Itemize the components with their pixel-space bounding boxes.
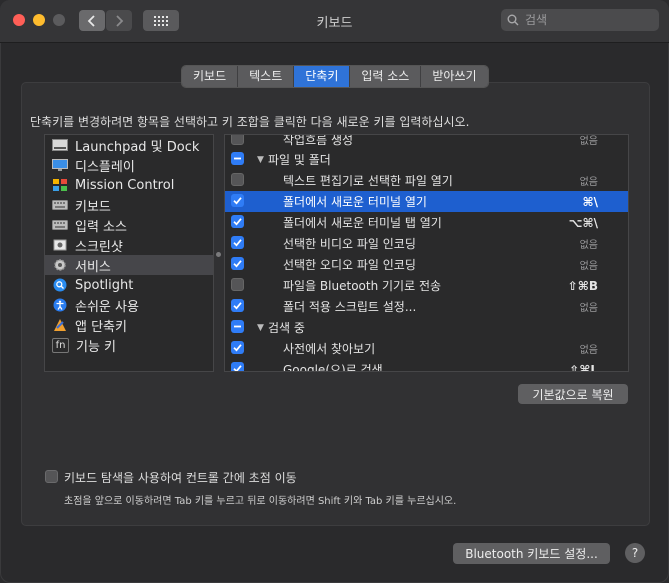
tab-dictation[interactable]: 받아쓰기 <box>421 66 488 87</box>
shortcut-row[interactable]: 사전에서 찾아보기 없음 <box>225 338 628 359</box>
spotlight-icon <box>52 278 68 292</box>
category-accessibility[interactable]: 손쉬운 사용 <box>45 295 213 315</box>
keyboard-navigation-label[interactable]: 키보드 탐색을 사용하여 컨트롤 간에 초점 이동 <box>64 469 297 486</box>
help-button[interactable]: ? <box>625 543 645 563</box>
shortcut-checkbox[interactable] <box>231 236 244 249</box>
keyboard-navigation-checkbox[interactable] <box>45 470 58 483</box>
display-icon <box>52 158 68 172</box>
category-launchpad-dock[interactable]: Launchpad 및 Dock <box>45 135 213 155</box>
screenshot-icon <box>52 238 68 252</box>
shortcuts-description: 단축키를 변경하려면 항목을 선택하고 키 조합을 클릭한 다음 새로운 키를 … <box>30 115 470 129</box>
shortcut-row[interactable]: 선택한 비디오 파일 인코딩 없음 <box>225 233 628 254</box>
preferences-window: 키보드 키보드 텍스트 단축키 입력 소스 받아쓰기 단축키를 변경하려면 항목… <box>0 0 669 583</box>
shortcut-row[interactable]: Google(으)로 검색 ⇧⌘L <box>225 359 628 371</box>
input-source-icon <box>52 218 68 232</box>
search-icon <box>507 14 519 26</box>
shortcut-row[interactable]: 작업흐름 생성 없음 <box>225 135 628 150</box>
shortcut-list[interactable]: 작업흐름 생성 없음 ▼ 파일 및 폴더 텍스트 편집기로 선택한 파일 열기 … <box>224 134 629 372</box>
launchpad-dock-icon <box>52 138 68 152</box>
group-checkbox[interactable] <box>231 320 244 333</box>
category-mission-control[interactable]: Mission Control <box>45 175 213 195</box>
category-app-shortcuts[interactable]: 앱 단축키 <box>45 315 213 335</box>
shortcut-checkbox[interactable] <box>231 362 244 371</box>
shortcut-checkbox[interactable] <box>231 215 244 228</box>
tab-bar: 키보드 텍스트 단축키 입력 소스 받아쓰기 <box>181 65 489 88</box>
category-displays[interactable]: 디스플레이 <box>45 155 213 175</box>
tab-shortcuts[interactable]: 단축키 <box>294 66 351 87</box>
tab-keyboard[interactable]: 키보드 <box>182 66 239 87</box>
shortcut-checkbox[interactable] <box>231 194 244 207</box>
tab-input-sources[interactable]: 입력 소스 <box>350 66 422 87</box>
app-shortcuts-icon <box>52 318 68 332</box>
shortcut-checkbox[interactable] <box>231 173 244 186</box>
search-input[interactable] <box>523 12 657 28</box>
category-input-sources[interactable]: 입력 소스 <box>45 215 213 235</box>
accessibility-icon <box>52 298 68 312</box>
category-function-keys[interactable]: fn 기능 키 <box>45 335 213 355</box>
shortcut-row[interactable]: 폴더 적용 스크립트 설정... 없음 <box>225 296 628 317</box>
shortcut-checkbox[interactable] <box>231 257 244 270</box>
mission-control-icon <box>52 178 68 192</box>
shortcut-checkbox[interactable] <box>231 135 244 145</box>
fn-key-icon: fn <box>52 337 69 353</box>
title-bar: 키보드 <box>0 0 669 43</box>
category-list[interactable]: Launchpad 및 Dock 디스플레이 Mission Control 키… <box>44 134 214 372</box>
restore-defaults-button[interactable]: 기본값으로 복원 <box>518 384 628 404</box>
shortcut-row[interactable]: 텍스트 편집기로 선택한 파일 열기 없음 <box>225 170 628 191</box>
group-checkbox[interactable] <box>231 152 244 165</box>
tab-text[interactable]: 텍스트 <box>238 66 295 87</box>
category-spotlight[interactable]: Spotlight <box>45 275 213 295</box>
shortcut-group-row[interactable]: ▼ 파일 및 폴더 <box>225 149 628 170</box>
split-view-handle[interactable] <box>216 252 221 257</box>
keyboard-icon <box>52 198 68 212</box>
shortcut-checkbox[interactable] <box>231 299 244 312</box>
shortcut-checkbox[interactable] <box>231 278 244 291</box>
shortcut-row[interactable]: 파일을 Bluetooth 기기로 전송 ⇧⌘B <box>225 275 628 296</box>
bluetooth-keyboard-setup-button[interactable]: Bluetooth 키보드 설정... <box>453 543 610 564</box>
shortcut-row-selected[interactable]: 폴더에서 새로운 터미널 열기 ⌘\ <box>225 191 628 212</box>
category-keyboard[interactable]: 키보드 <box>45 195 213 215</box>
shortcut-checkbox[interactable] <box>231 341 244 354</box>
keyboard-navigation-help: 초점을 앞으로 이동하려면 Tab 키를 누르고 뒤로 이동하려면 Shift … <box>64 496 457 507</box>
disclosure-triangle-icon[interactable]: ▼ <box>257 155 264 165</box>
shortcut-group-row[interactable]: ▼ 검색 중 <box>225 317 628 338</box>
gear-icon <box>52 258 68 272</box>
category-screenshots[interactable]: 스크린샷 <box>45 235 213 255</box>
disclosure-triangle-icon[interactable]: ▼ <box>257 323 264 333</box>
shortcut-row[interactable]: 선택한 오디오 파일 인코딩 없음 <box>225 254 628 275</box>
shortcut-row[interactable]: 폴더에서 새로운 터미널 탭 열기 ⌥⌘\ <box>225 212 628 233</box>
category-services[interactable]: 서비스 <box>45 255 213 275</box>
search-field[interactable] <box>501 9 659 31</box>
